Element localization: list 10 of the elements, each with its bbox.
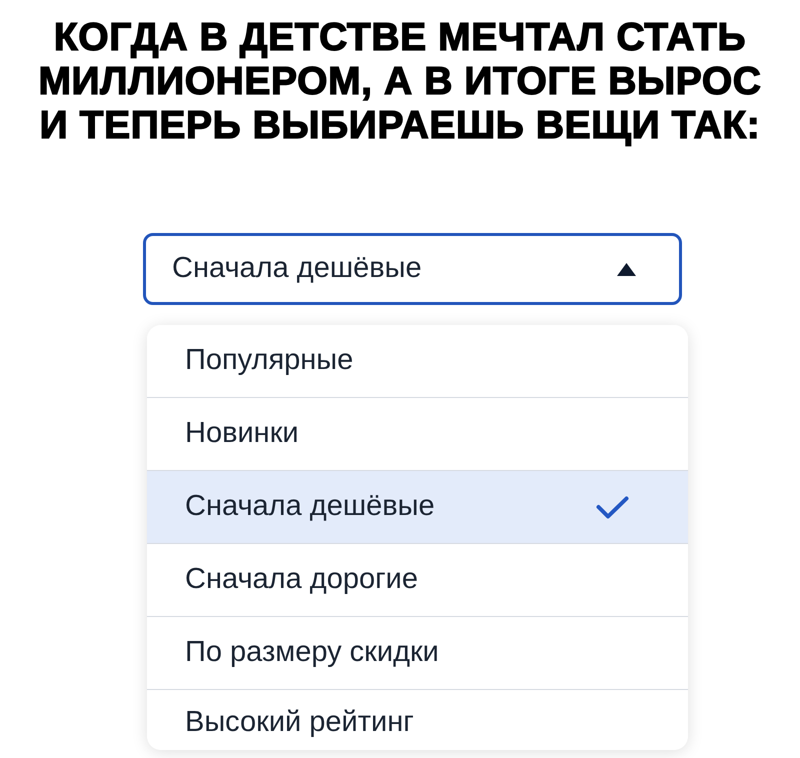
headline: КОГДА В ДЕТСТВЕ МЕЧТАЛ СТАТЬ МИЛЛИОНЕРОМ, А В ИТОГЕ ВЫРОС И ТЕПЕРЬ ВЫБИРАЕШЬ ВЕЩИ ТАК: — [37, 16, 763, 148]
caret-up-icon — [617, 262, 636, 276]
sort-option[interactable]: Высокий рейтинг — [147, 690, 688, 750]
sort-option[interactable]: Сначала дешёвые — [147, 471, 688, 544]
sort-select[interactable]: Сначала дешёвые — [143, 233, 682, 305]
sort-option[interactable]: Сначала дорогие — [147, 544, 688, 617]
sort-option[interactable]: По размеру скидки — [147, 617, 688, 690]
check-icon — [596, 496, 629, 518]
sort-option[interactable]: Популярные — [147, 325, 688, 398]
sort-option[interactable]: Новинки — [147, 398, 688, 471]
